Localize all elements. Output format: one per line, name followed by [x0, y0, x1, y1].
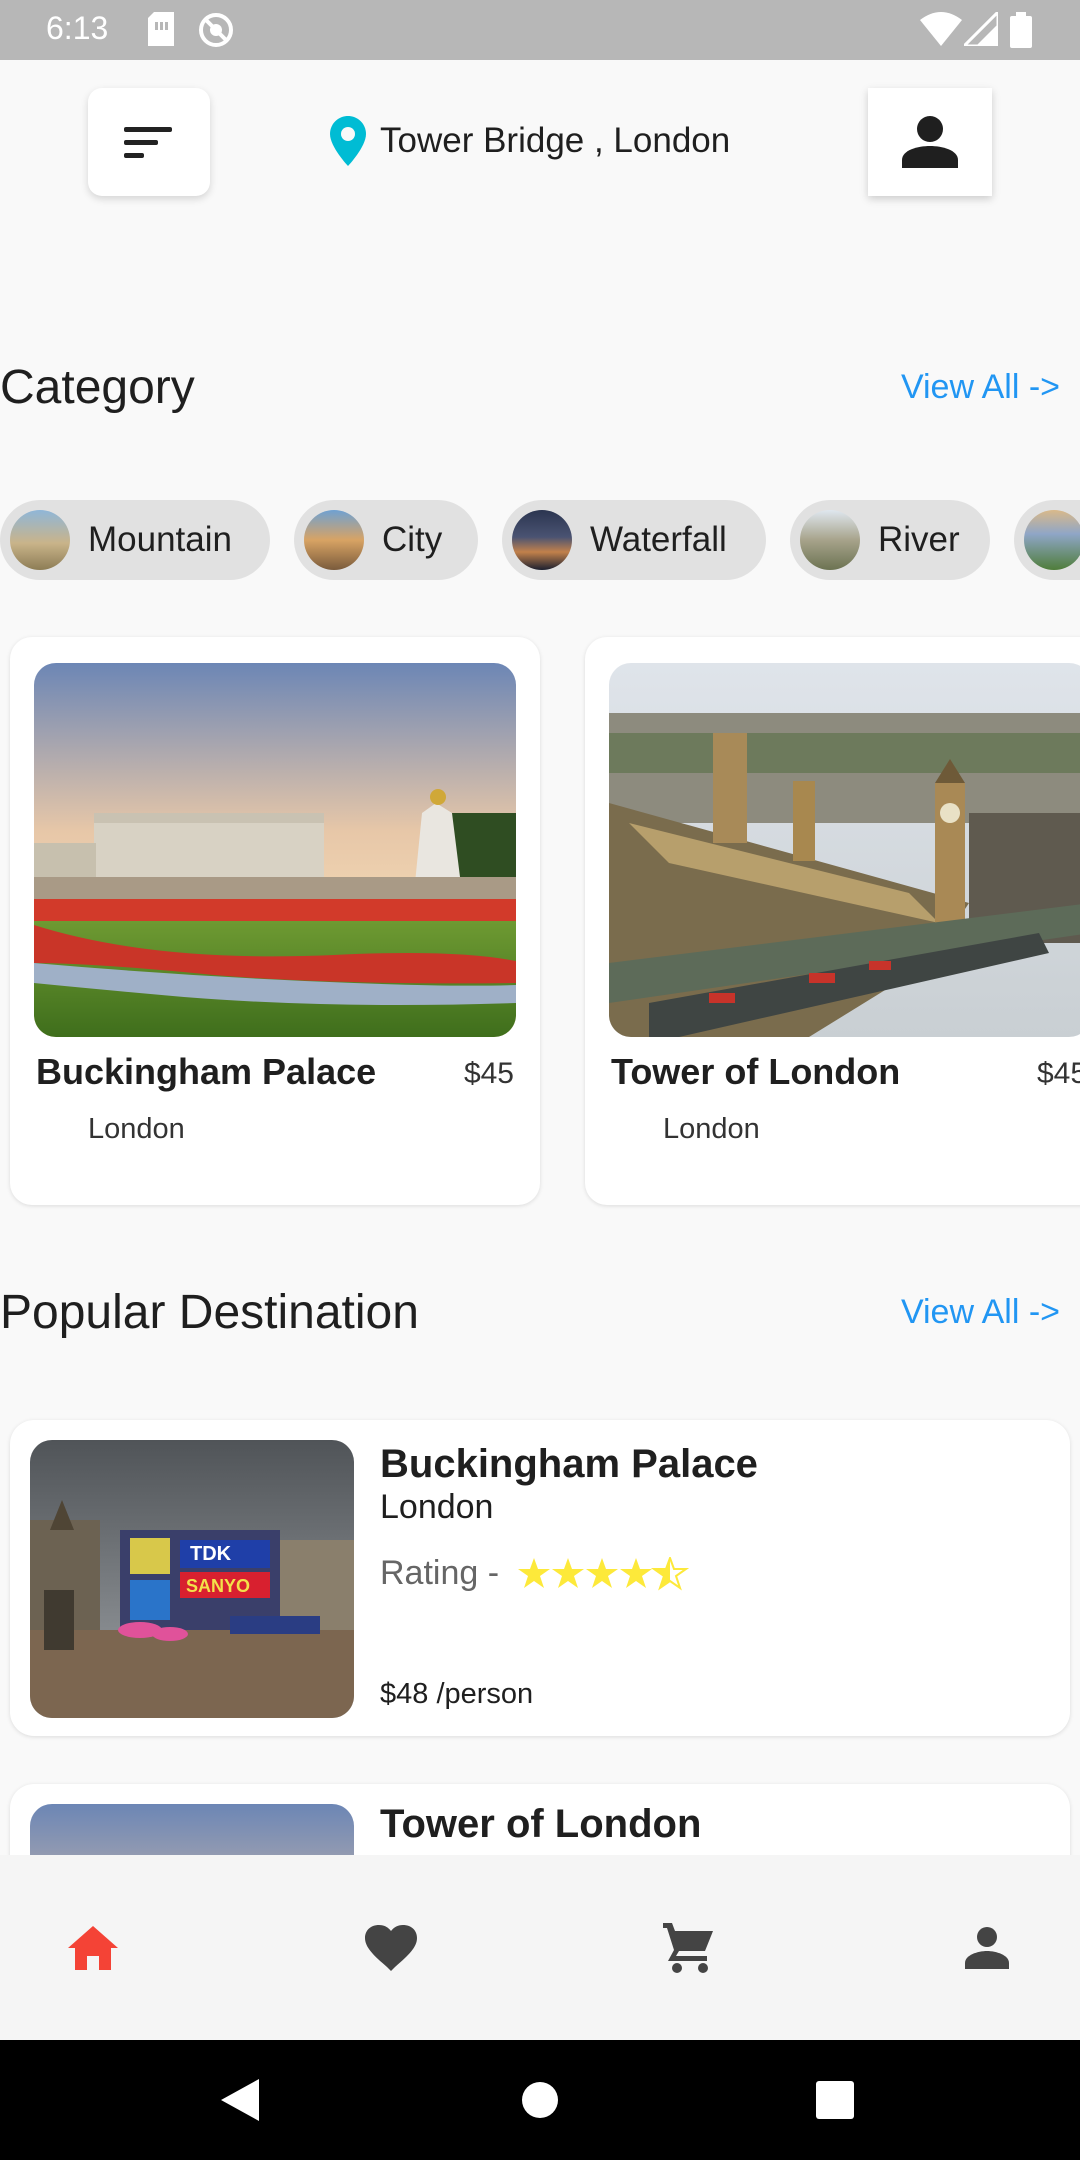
person-icon [902, 116, 958, 168]
current-location[interactable]: Tower Bridge , London [330, 116, 730, 166]
home-icon [68, 1926, 118, 1970]
card-city: London [663, 1113, 760, 1145]
star-icon [620, 1557, 653, 1588]
chip-label: Waterfall [590, 520, 727, 559]
home-circle-icon [522, 2082, 558, 2118]
person-icon [965, 1927, 1009, 1969]
status-time: 6:13 [46, 10, 109, 46]
destination-photo: TDK SANYO [30, 1440, 354, 1718]
chip-label: Mountain [88, 520, 232, 559]
mountain-thumbnail [10, 510, 70, 570]
category-chip-city[interactable]: City [294, 500, 478, 580]
popular-view-all-link[interactable]: View All -> [901, 1293, 1060, 1332]
wifi-icon [920, 12, 962, 46]
category-chip-waterfall[interactable]: Waterfall [502, 500, 766, 580]
sim-card-icon [148, 12, 174, 46]
category-view-all-link[interactable]: View All -> [901, 368, 1060, 407]
chip-label: River [878, 520, 960, 559]
destination-title: Buckingham Palace [380, 1442, 758, 1486]
destination-rating: Rating - [380, 1554, 691, 1593]
popular-destination-title: Popular Destination [0, 1286, 419, 1339]
star-icon [518, 1557, 551, 1588]
heart-icon [365, 1925, 417, 1971]
do-not-disturb-icon [199, 13, 233, 47]
category-thumbnail [1024, 510, 1080, 570]
signal-icon [964, 12, 998, 46]
category-chip-mountain[interactable]: Mountain [0, 500, 270, 580]
river-thumbnail [800, 510, 860, 570]
location-label: Tower Bridge , London [380, 121, 731, 160]
featured-card[interactable]: Buckingham Palace $45 London [10, 637, 540, 1205]
destination-title: Tower of London [380, 1802, 702, 1846]
home-button[interactable] [490, 2040, 590, 2160]
popular-destination-card[interactable]: TDK SANYO Buckingham Palace London Ratin… [10, 1420, 1070, 1736]
menu-button[interactable] [88, 88, 210, 196]
star-icon [586, 1557, 619, 1588]
sort-menu-icon [124, 127, 172, 158]
card-title: Buckingham Palace [36, 1051, 377, 1092]
recents-square-icon [816, 2081, 854, 2119]
nav-favorites[interactable] [356, 1913, 426, 1983]
category-chip-river[interactable]: River [790, 500, 990, 580]
nav-profile[interactable] [952, 1913, 1022, 1983]
battery-icon [1010, 12, 1032, 48]
system-navigation-bar [0, 2040, 1080, 2160]
category-chip-more[interactable] [1014, 500, 1080, 580]
city-thumbnail [304, 510, 364, 570]
card-price: $45 [1037, 1057, 1080, 1090]
bottom-navigation [0, 1855, 1080, 2040]
star-icon [552, 1557, 585, 1588]
nav-home[interactable] [58, 1913, 128, 1983]
tower-of-london-photo [609, 663, 1080, 1037]
cart-icon [663, 1923, 713, 1973]
status-bar: 6:13 [0, 0, 1080, 60]
featured-card[interactable]: Tower of London $45 London [585, 637, 1080, 1205]
profile-button[interactable] [868, 88, 992, 196]
buckingham-palace-photo [34, 663, 516, 1037]
card-city: London [88, 1113, 185, 1145]
recents-button[interactable] [785, 2040, 885, 2160]
destination-city: London [380, 1488, 494, 1526]
rating-stars [518, 1556, 690, 1591]
waterfall-thumbnail [512, 510, 572, 570]
nav-cart[interactable] [654, 1913, 724, 1983]
category-title: Category [0, 361, 195, 414]
destination-price: $48 /person [380, 1678, 534, 1710]
chip-label: City [382, 520, 443, 559]
card-price: $45 [463, 1057, 514, 1090]
category-chip-list: Mountain City Waterfall River [0, 500, 1080, 582]
svg-text:TDK: TDK [190, 1543, 232, 1565]
svg-text:SANYO: SANYO [186, 1576, 250, 1596]
location-pin-icon [330, 116, 366, 166]
card-title: Tower of London [611, 1051, 901, 1092]
rating-label: Rating - [380, 1554, 500, 1592]
back-triangle-icon [221, 2079, 259, 2121]
back-button[interactable] [190, 2040, 290, 2160]
